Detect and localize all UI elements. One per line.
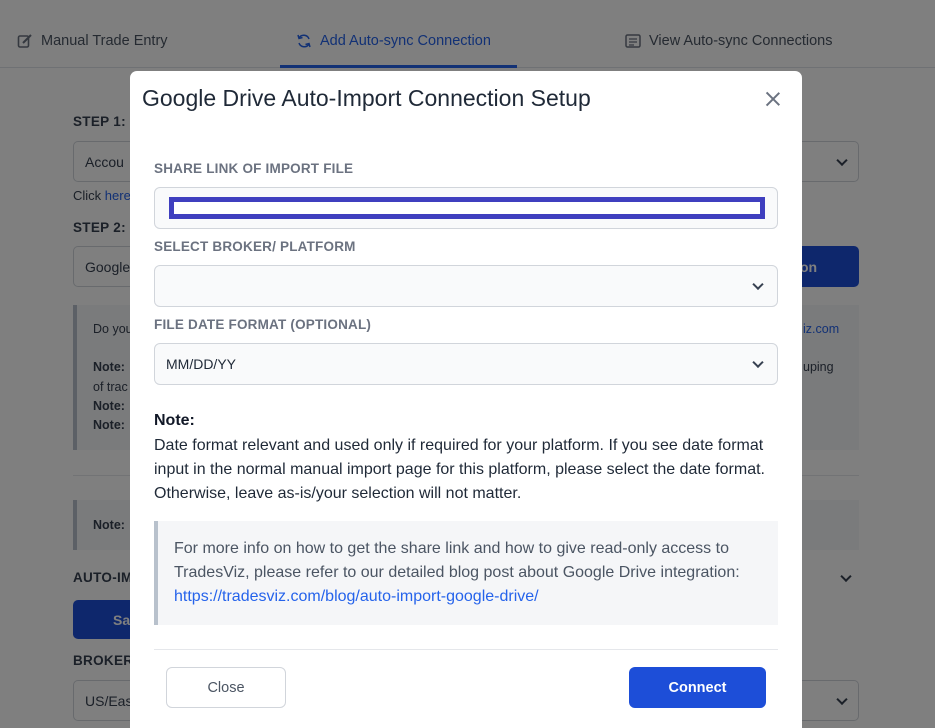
broker-platform-label: SELECT BROKER/ PLATFORM	[154, 239, 356, 254]
note-text: Date format relevant and used only if re…	[154, 437, 765, 502]
date-format-select[interactable]: MM/DD/YY	[154, 343, 778, 385]
close-button[interactable]: Close	[166, 667, 286, 708]
modal-title: Google Drive Auto-Import Connection Setu…	[142, 85, 591, 111]
footer-divider	[154, 649, 778, 650]
share-link-input[interactable]	[154, 187, 778, 229]
chevron-down-icon	[752, 356, 764, 369]
connection-setup-modal: Google Drive Auto-Import Connection Setu…	[130, 71, 802, 728]
date-format-value: MM/DD/YY	[166, 356, 236, 372]
chevron-down-icon	[752, 278, 764, 291]
blog-link[interactable]: https://tradesviz.com/blog/auto-import-g…	[174, 588, 539, 605]
date-format-label: FILE DATE FORMAT (OPTIONAL)	[154, 317, 372, 332]
info-text: For more info on how to get the share li…	[174, 540, 740, 581]
share-link-label: SHARE LINK OF IMPORT FILE	[154, 161, 354, 176]
close-icon[interactable]	[764, 90, 782, 108]
info-box: For more info on how to get the share li…	[154, 521, 778, 625]
connect-button[interactable]: Connect	[629, 667, 766, 708]
broker-platform-select[interactable]	[154, 265, 778, 307]
share-link-input-focus[interactable]	[169, 197, 765, 219]
note-heading: Note:	[154, 412, 195, 429]
